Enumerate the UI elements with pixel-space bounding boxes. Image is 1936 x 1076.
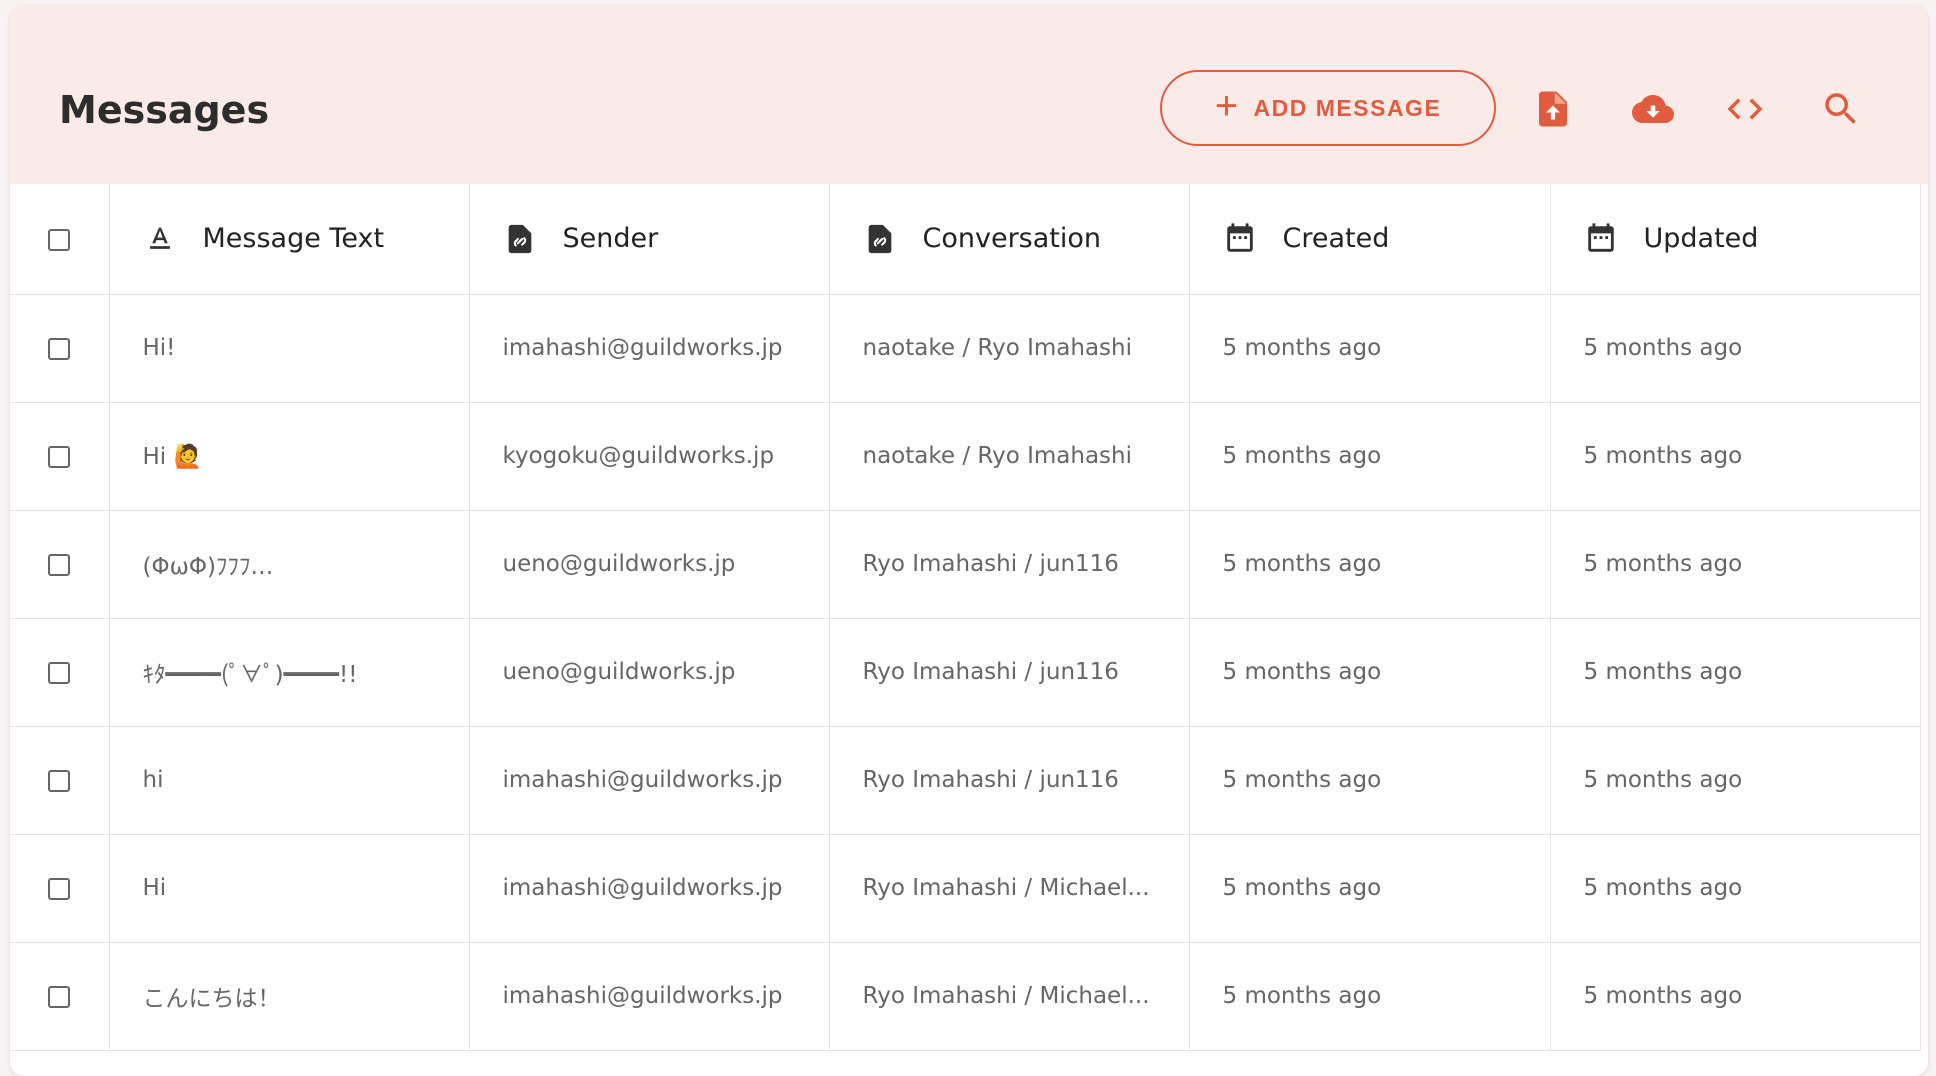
cell-message-text[interactable]: ｷﾀ━━━━(ﾟ∀ﾟ)━━━━!! (109, 618, 470, 727)
table-row[interactable]: (ΦωΦ)ﾌﾌﾌ… ueno@guildworks.jp Ryo Imahashi … (10, 510, 1921, 619)
cell-updated: 5 months ago (1550, 402, 1921, 511)
table-row[interactable]: Hi 🙋 kyogoku@guildworks.jp naotake / Ryo I… (10, 402, 1921, 511)
code-icon[interactable] (1724, 88, 1766, 130)
column-label: Message Text (202, 223, 385, 255)
table-row[interactable]: ｷﾀ━━━━(ﾟ∀ﾟ)━━━━!! ueno@guildworks.jp Ryo I… (10, 618, 1921, 727)
select-all-checkbox[interactable] (48, 228, 71, 251)
table-row[interactable]: hi imahashi@guildworks.jp Ryo Imahashi / j… (10, 726, 1921, 835)
row-select-cell (10, 402, 110, 511)
row-checkbox[interactable] (48, 553, 71, 576)
column-header-message-text[interactable]: Message Text (109, 184, 470, 295)
cell-conversation[interactable]: Ryo Imahashi / Michael... (829, 834, 1190, 943)
row-select-cell (10, 726, 110, 835)
row-select-cell (10, 618, 110, 727)
cell-message-text[interactable]: (ΦωΦ)ﾌﾌﾌ… (109, 510, 470, 619)
row-checkbox[interactable] (48, 445, 71, 468)
table-header-bar: Messages + ADD MESSAGE (10, 6, 1928, 184)
calendar-icon (1587, 223, 1614, 252)
cell-sender[interactable]: ueno@guildworks.jp (469, 618, 830, 727)
column-header-sender[interactable]: Sender (469, 184, 830, 295)
cell-message-text[interactable]: Hi 🙋 (109, 402, 470, 511)
cell-updated: 5 months ago (1550, 510, 1921, 619)
relation-link-icon (868, 224, 891, 253)
cell-sender[interactable]: imahashi@guildworks.jp (469, 942, 830, 1051)
column-label: Conversation (922, 223, 1102, 255)
cell-sender[interactable]: kyogoku@guildworks.jp (469, 402, 830, 511)
page-title: Messages (59, 88, 270, 132)
cell-conversation[interactable]: Ryo Imahashi / jun116 (829, 510, 1190, 619)
cell-updated: 5 months ago (1550, 726, 1921, 835)
row-checkbox[interactable] (48, 877, 71, 900)
table-row[interactable]: こんにちは！ imahashi@guildworks.jp Ryo Imahashi… (10, 942, 1921, 1051)
row-checkbox[interactable] (48, 337, 71, 360)
cell-created: 5 months ago (1189, 294, 1551, 403)
cell-created: 5 months ago (1189, 834, 1551, 943)
row-checkbox[interactable] (48, 769, 71, 792)
cell-message-text[interactable]: hi (109, 726, 470, 835)
download-cloud-icon[interactable] (1628, 88, 1678, 130)
row-checkbox[interactable] (48, 661, 71, 684)
messages-card: Messages + ADD MESSAGE Message Text Send… (10, 6, 1928, 1076)
cell-updated: 5 months ago (1550, 834, 1921, 943)
search-icon[interactable] (1820, 88, 1862, 130)
calendar-icon (1226, 223, 1253, 252)
cell-conversation[interactable]: Ryo Imahashi / jun116 (829, 618, 1190, 727)
plus-icon: + (1214, 84, 1240, 128)
select-all-cell (10, 184, 110, 295)
row-select-cell (10, 510, 110, 619)
cell-created: 5 months ago (1189, 726, 1551, 835)
cell-conversation[interactable]: Ryo Imahashi / jun116 (829, 726, 1190, 835)
relation-link-icon (508, 224, 531, 253)
row-select-cell (10, 834, 110, 943)
column-header-created[interactable]: Created (1189, 184, 1551, 295)
column-header-conversation[interactable]: Conversation (829, 184, 1190, 295)
cell-message-text[interactable]: Hi (109, 834, 470, 943)
cell-created: 5 months ago (1189, 942, 1551, 1051)
cell-message-text[interactable]: Hi! (109, 294, 470, 403)
column-label: Sender (562, 223, 659, 255)
row-select-cell (10, 942, 110, 1051)
table-row[interactable]: Hi! imahashi@guildworks.jp naotake / Ryo I… (10, 294, 1921, 403)
text-format-icon (149, 227, 170, 249)
table-header-row: Message Text Sender Conversation Created… (10, 184, 1921, 295)
cell-created: 5 months ago (1189, 618, 1551, 727)
cell-sender[interactable]: imahashi@guildworks.jp (469, 834, 830, 943)
cell-sender[interactable]: imahashi@guildworks.jp (469, 294, 830, 403)
column-label: Updated (1643, 223, 1759, 255)
row-checkbox[interactable] (48, 985, 71, 1008)
cell-created: 5 months ago (1189, 402, 1551, 511)
messages-table: Message Text Sender Conversation Created… (10, 184, 1921, 1051)
cell-updated: 5 months ago (1550, 294, 1921, 403)
import-file-icon[interactable] (1532, 88, 1574, 130)
cell-updated: 5 months ago (1550, 618, 1921, 727)
cell-sender[interactable]: imahashi@guildworks.jp (469, 726, 830, 835)
column-label: Created (1282, 223, 1390, 255)
cell-conversation[interactable]: naotake / Ryo Imahashi (829, 294, 1190, 403)
cell-conversation[interactable]: Ryo Imahashi / Michael... (829, 942, 1190, 1051)
cell-sender[interactable]: ueno@guildworks.jp (469, 510, 830, 619)
table-row[interactable]: Hi imahashi@guildworks.jp Ryo Imahashi / M… (10, 834, 1921, 943)
cell-updated: 5 months ago (1550, 942, 1921, 1051)
cell-created: 5 months ago (1189, 510, 1551, 619)
cell-message-text[interactable]: こんにちは！ (109, 942, 470, 1051)
column-header-updated[interactable]: Updated (1550, 184, 1921, 295)
row-select-cell (10, 294, 110, 403)
add-message-button[interactable]: + ADD MESSAGE (1160, 70, 1496, 146)
add-message-label: ADD MESSAGE (1253, 94, 1442, 121)
cell-conversation[interactable]: naotake / Ryo Imahashi (829, 402, 1190, 511)
